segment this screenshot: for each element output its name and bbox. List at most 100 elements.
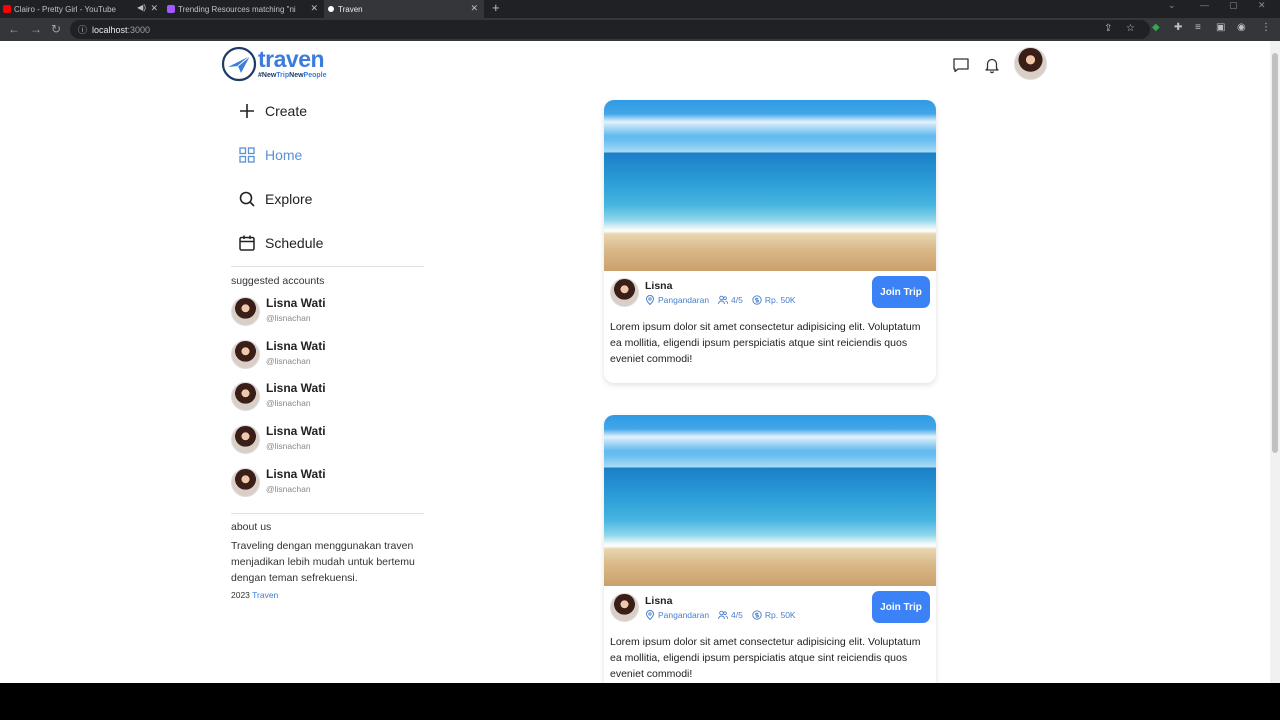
browser-tab-youtube[interactable]: Clairo - Pretty Girl - YouTube ◀) ✕ xyxy=(0,0,164,18)
suggested-accounts-title: suggested accounts xyxy=(231,275,325,287)
page-scrollbar[interactable] xyxy=(1270,41,1280,683)
suggested-account[interactable]: Lisna Wati @lisnachan xyxy=(231,467,421,499)
sidebar-item-label: Schedule xyxy=(265,235,324,251)
suggested-account[interactable]: Lisna Wati @lisnachan xyxy=(231,424,421,456)
trip-description: Lorem ipsum dolor sit amet consectetur a… xyxy=(610,321,921,365)
account-handle: @lisnachan xyxy=(266,313,311,323)
browser-tab-bar: Clairo - Pretty Girl - YouTube ◀) ✕ Tren… xyxy=(0,0,1280,18)
figma-icon xyxy=(167,5,175,13)
tab-title: Clairo - Pretty Girl - YouTube xyxy=(14,4,116,14)
plus-icon xyxy=(240,104,254,118)
sidebar-item-label: Home xyxy=(265,147,303,163)
star-icon[interactable]: ☆ xyxy=(1126,23,1135,34)
plane-logo-icon xyxy=(221,46,257,82)
trip-description: Lorem ipsum dolor sit amet consectetur a… xyxy=(610,636,921,680)
maximize-icon[interactable]: ▢ xyxy=(1229,0,1238,11)
trip-participants: 4/5 xyxy=(731,610,743,620)
close-icon[interactable]: ✕ xyxy=(310,3,318,14)
kebab-menu-icon[interactable]: ⋮ xyxy=(1261,22,1271,33)
browser-tab-resources[interactable]: Trending Resources matching "ni ✕ xyxy=(164,0,324,18)
avatar[interactable] xyxy=(610,593,639,622)
close-icon[interactable]: ✕ xyxy=(470,3,478,14)
sidebar-item-label: Create xyxy=(265,103,308,119)
browser-toolbar: ← → ↻ ⓘ localhost:3000 ⇪ ☆ ◆ ✚ ≡ ▣ ◉ ⋮ xyxy=(0,18,1280,41)
sidebar-item-explore[interactable]: Explore xyxy=(238,187,418,211)
avatar[interactable] xyxy=(610,278,639,307)
trip-meta: Pangandaran 4/5 Rp. 50K xyxy=(645,610,805,620)
sidebar-item-schedule[interactable]: Schedule xyxy=(238,231,418,255)
search-icon xyxy=(239,191,255,207)
traven-logo[interactable]: traven #NewTripNewPeople xyxy=(220,45,332,83)
sidebar-item-label: Explore xyxy=(265,191,313,207)
suggested-account[interactable]: Lisna Wati @lisnachan xyxy=(231,381,421,413)
taskbar-area xyxy=(0,683,1280,720)
avatar xyxy=(231,425,260,454)
back-icon[interactable]: ← xyxy=(8,22,20,36)
join-trip-button[interactable]: Join Trip xyxy=(872,591,930,623)
vercel-icon xyxy=(328,6,334,12)
share-icon[interactable]: ⇪ xyxy=(1104,23,1112,34)
reload-icon[interactable]: ↻ xyxy=(51,22,61,36)
avatar xyxy=(231,297,260,326)
suggested-account[interactable]: Lisna Wati @lisnachan xyxy=(231,339,421,371)
scrollbar-thumb[interactable] xyxy=(1272,53,1278,453)
post-author[interactable]: Lisna xyxy=(645,595,672,607)
trip-photo-beach[interactable] xyxy=(604,100,936,271)
avatar xyxy=(231,382,260,411)
browser-tab-traven[interactable]: Traven ✕ xyxy=(324,0,484,18)
close-icon[interactable]: ✕ xyxy=(150,3,158,14)
trip-price: Rp. 50K xyxy=(764,610,796,620)
sidebar-item-home[interactable]: Home xyxy=(238,143,418,167)
address-bar[interactable]: ⓘ localhost:3000 ⇪ ☆ xyxy=(70,20,1150,39)
window-close-icon[interactable]: ✕ xyxy=(1258,0,1266,11)
sidebar-divider xyxy=(231,513,424,514)
extension-green-icon[interactable]: ◆ xyxy=(1152,22,1160,33)
media-icon[interactable]: ≡ xyxy=(1195,22,1201,33)
trip-participants: 4/5 xyxy=(731,295,743,305)
chevron-down-icon[interactable]: ⌄ xyxy=(1168,0,1176,11)
calendar-icon xyxy=(239,235,255,251)
copyright: 2023 Traven xyxy=(231,590,279,600)
bell-icon[interactable] xyxy=(983,56,1001,74)
post-author[interactable]: Lisna xyxy=(645,280,672,292)
account-handle: @lisnachan xyxy=(266,398,311,408)
trip-photo-beach[interactable] xyxy=(604,415,936,586)
info-icon[interactable]: ⓘ xyxy=(78,23,92,36)
minimize-icon[interactable]: — xyxy=(1200,0,1209,10)
speaker-icon[interactable]: ◀) xyxy=(137,3,146,12)
trip-price: Rp. 50K xyxy=(764,295,796,305)
about-us-text: Traveling dengan menggunakan traven menj… xyxy=(231,540,415,584)
trip-meta: Pangandaran 4/5 Rp. 50K xyxy=(645,295,805,305)
join-trip-button[interactable]: Join Trip xyxy=(872,276,930,308)
page-viewport: traven #NewTripNewPeople Create Home Exp… xyxy=(0,41,1270,683)
profile-icon[interactable]: ◉ xyxy=(1237,22,1246,33)
about-us-title: about us xyxy=(231,521,272,533)
tab-title: Trending Resources matching "ni xyxy=(178,4,296,14)
trip-card: Lisna Pangandaran 4/5 Rp. 50K Join Trip … xyxy=(604,415,936,683)
dollar-coin-icon xyxy=(752,610,762,620)
location-pin-icon xyxy=(645,610,655,620)
new-tab-button[interactable]: + xyxy=(492,0,500,16)
user-avatar[interactable] xyxy=(1014,47,1047,80)
brand-link[interactable]: Traven xyxy=(252,590,278,600)
sidebar-item-create[interactable]: Create xyxy=(238,99,418,123)
account-name: Lisna Wati xyxy=(266,339,326,353)
puzzle-icon[interactable]: ✚ xyxy=(1174,22,1182,33)
tab-title: Traven xyxy=(338,4,363,14)
trip-location: Pangandaran xyxy=(658,610,710,620)
grid-icon xyxy=(239,147,255,163)
forward-icon[interactable]: → xyxy=(30,22,42,36)
users-icon xyxy=(718,295,729,305)
account-handle: @lisnachan xyxy=(266,356,311,366)
suggested-account[interactable]: Lisna Wati @lisnachan xyxy=(231,296,421,328)
location-pin-icon xyxy=(645,295,655,305)
account-handle: @lisnachan xyxy=(266,484,311,494)
dollar-coin-icon xyxy=(752,295,762,305)
message-icon[interactable] xyxy=(952,56,970,74)
users-icon xyxy=(718,610,729,620)
avatar xyxy=(231,468,260,497)
trip-location: Pangandaran xyxy=(658,295,710,305)
sidepanel-icon[interactable]: ▣ xyxy=(1216,22,1225,33)
account-handle: @lisnachan xyxy=(266,441,311,451)
account-name: Lisna Wati xyxy=(266,424,326,438)
